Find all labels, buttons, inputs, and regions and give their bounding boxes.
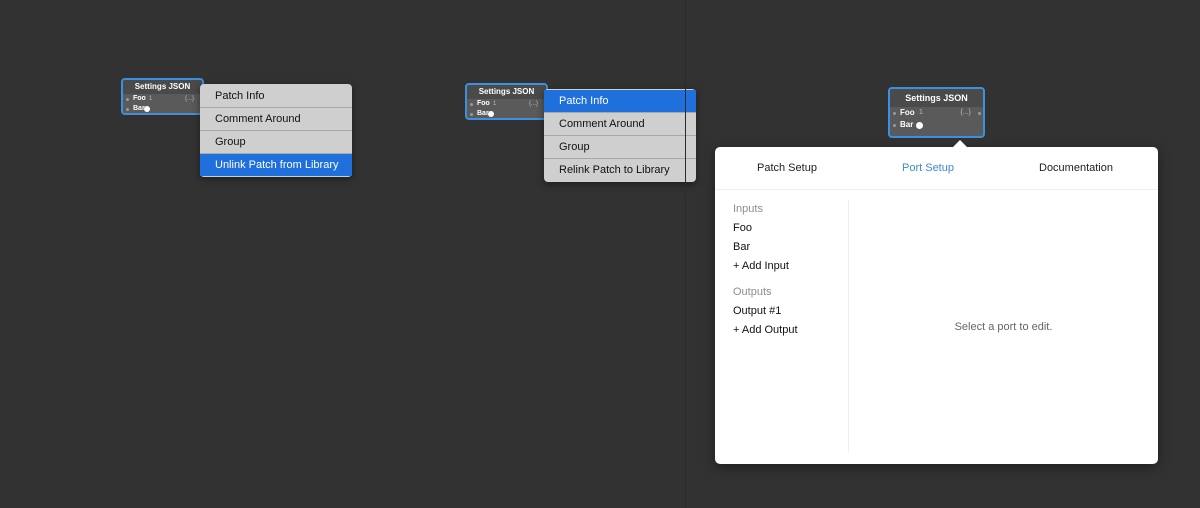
- output-value: {...}: [528, 101, 538, 107]
- canvas-panel-3[interactable]: Settings JSON Foo 1 {...} Bar Patch Setu…: [686, 0, 1200, 508]
- toggle-circle-icon[interactable]: [916, 122, 923, 129]
- context-menu-linked: Patch Info Comment Around Group Unlink P…: [200, 84, 352, 177]
- tab-port-setup[interactable]: Port Setup: [902, 162, 954, 174]
- empty-state-message: Select a port to edit.: [954, 321, 1053, 333]
- output-value: {...}: [960, 109, 971, 116]
- input-port-bar[interactable]: Bar: [733, 238, 843, 257]
- port-label-bar: Bar: [477, 110, 489, 117]
- node-title: Settings JSON: [467, 85, 546, 99]
- port-label-bar: Bar: [133, 105, 145, 112]
- outputs-header: Outputs: [733, 286, 772, 298]
- input-dot-icon[interactable]: [126, 108, 129, 111]
- tab-patch-setup[interactable]: Patch Setup: [757, 162, 817, 174]
- input-dot-icon[interactable]: [126, 98, 129, 101]
- menu-item-group[interactable]: Group: [544, 136, 696, 159]
- port-value-foo: 1: [493, 101, 497, 107]
- menu-item-comment-around[interactable]: Comment Around: [544, 113, 696, 136]
- port-value-foo: 1: [919, 109, 923, 116]
- add-input-button[interactable]: + Add Input: [733, 257, 843, 276]
- input-dot-icon[interactable]: [893, 112, 896, 115]
- port-label-foo: Foo: [900, 108, 915, 117]
- node-title: Settings JSON: [890, 89, 983, 107]
- menu-item-comment-around[interactable]: Comment Around: [200, 108, 352, 131]
- port-list: Inputs Foo Bar + Add Input Outputs Outpu…: [733, 200, 843, 340]
- canvas-panel-2[interactable]: Settings JSON Foo 1 {...} Bar Patch Info…: [432, 0, 696, 508]
- node-port-foo[interactable]: Foo 1 {...}: [123, 94, 202, 104]
- input-port-foo[interactable]: Foo: [733, 219, 843, 238]
- port-label-foo: Foo: [133, 95, 146, 102]
- input-dot-icon[interactable]: [893, 124, 896, 127]
- settings-json-node[interactable]: Settings JSON Foo 1 {...} Bar: [888, 87, 985, 138]
- canvas-panel-1[interactable]: Settings JSON Foo 1 {...} Bar Patch Info…: [0, 0, 432, 508]
- output-value: {...}: [184, 96, 194, 102]
- node-port-bar[interactable]: Bar: [123, 104, 202, 113]
- menu-item-patch-info[interactable]: Patch Info: [200, 85, 352, 108]
- tab-documentation[interactable]: Documentation: [1039, 162, 1113, 174]
- node-port-bar[interactable]: Bar: [467, 109, 546, 118]
- menu-item-relink-patch[interactable]: Relink Patch to Library: [544, 159, 696, 181]
- node-port-foo[interactable]: Foo 1 {...}: [467, 99, 546, 109]
- menu-item-group[interactable]: Group: [200, 131, 352, 154]
- output-dot-icon[interactable]: [978, 112, 981, 115]
- menu-item-unlink-patch[interactable]: Unlink Patch from Library: [200, 154, 352, 176]
- popover-tabs: Patch Setup Port Setup Documentation: [715, 147, 1158, 190]
- menu-item-patch-info[interactable]: Patch Info: [544, 90, 696, 113]
- settings-json-node[interactable]: Settings JSON Foo 1 {...} Bar: [465, 83, 548, 120]
- port-setup-popover: Patch Setup Port Setup Documentation Inp…: [715, 140, 1158, 464]
- popover-arrow: [953, 140, 967, 147]
- port-value-foo: 1: [149, 96, 153, 102]
- port-label-foo: Foo: [477, 100, 490, 107]
- inputs-header: Inputs: [733, 203, 763, 215]
- node-port-foo[interactable]: Foo 1 {...}: [890, 107, 983, 119]
- settings-json-node[interactable]: Settings JSON Foo 1 {...} Bar: [121, 78, 204, 115]
- toggle-circle-icon[interactable]: [144, 106, 150, 112]
- add-output-button[interactable]: + Add Output: [733, 321, 843, 340]
- node-port-bar[interactable]: Bar: [890, 119, 983, 131]
- context-menu-unlinked: Patch Info Comment Around Group Relink P…: [544, 89, 696, 182]
- input-dot-icon[interactable]: [470, 103, 473, 106]
- input-dot-icon[interactable]: [470, 113, 473, 116]
- output-port-1[interactable]: Output #1: [733, 302, 843, 321]
- port-label-bar: Bar: [900, 120, 914, 129]
- toggle-circle-icon[interactable]: [488, 111, 494, 117]
- node-title: Settings JSON: [123, 80, 202, 94]
